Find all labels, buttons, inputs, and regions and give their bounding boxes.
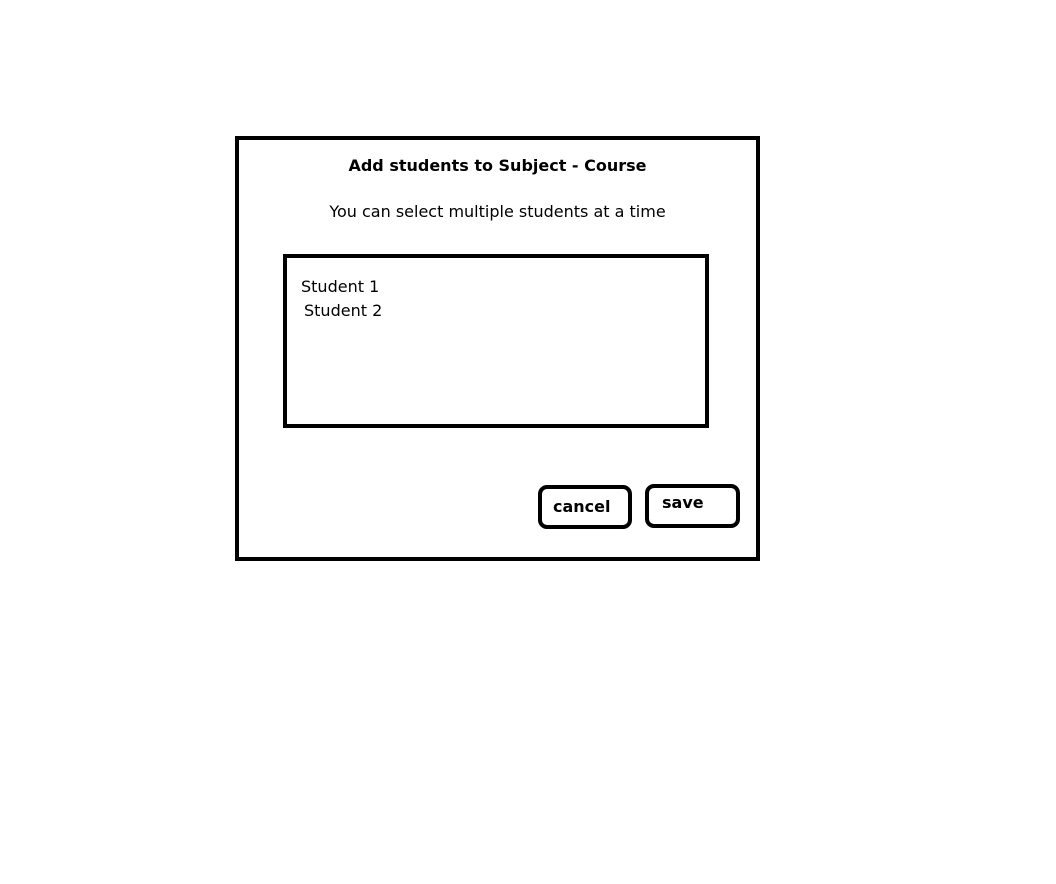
student-list-item[interactable]: Student 2 bbox=[304, 301, 382, 320]
save-button[interactable]: save bbox=[645, 484, 740, 528]
dialog-title: Add students to Subject - Course bbox=[348, 156, 647, 175]
student-list[interactable]: Student 1 Student 2 bbox=[283, 254, 709, 428]
cancel-button[interactable]: cancel bbox=[538, 485, 632, 529]
save-button-label: save bbox=[662, 493, 704, 512]
cancel-button-label: cancel bbox=[553, 497, 611, 516]
student-list-item[interactable]: Student 1 bbox=[301, 277, 379, 296]
add-students-dialog: Add students to Subject - Course You can… bbox=[235, 136, 760, 561]
dialog-subtitle: You can select multiple students at a ti… bbox=[329, 202, 666, 221]
